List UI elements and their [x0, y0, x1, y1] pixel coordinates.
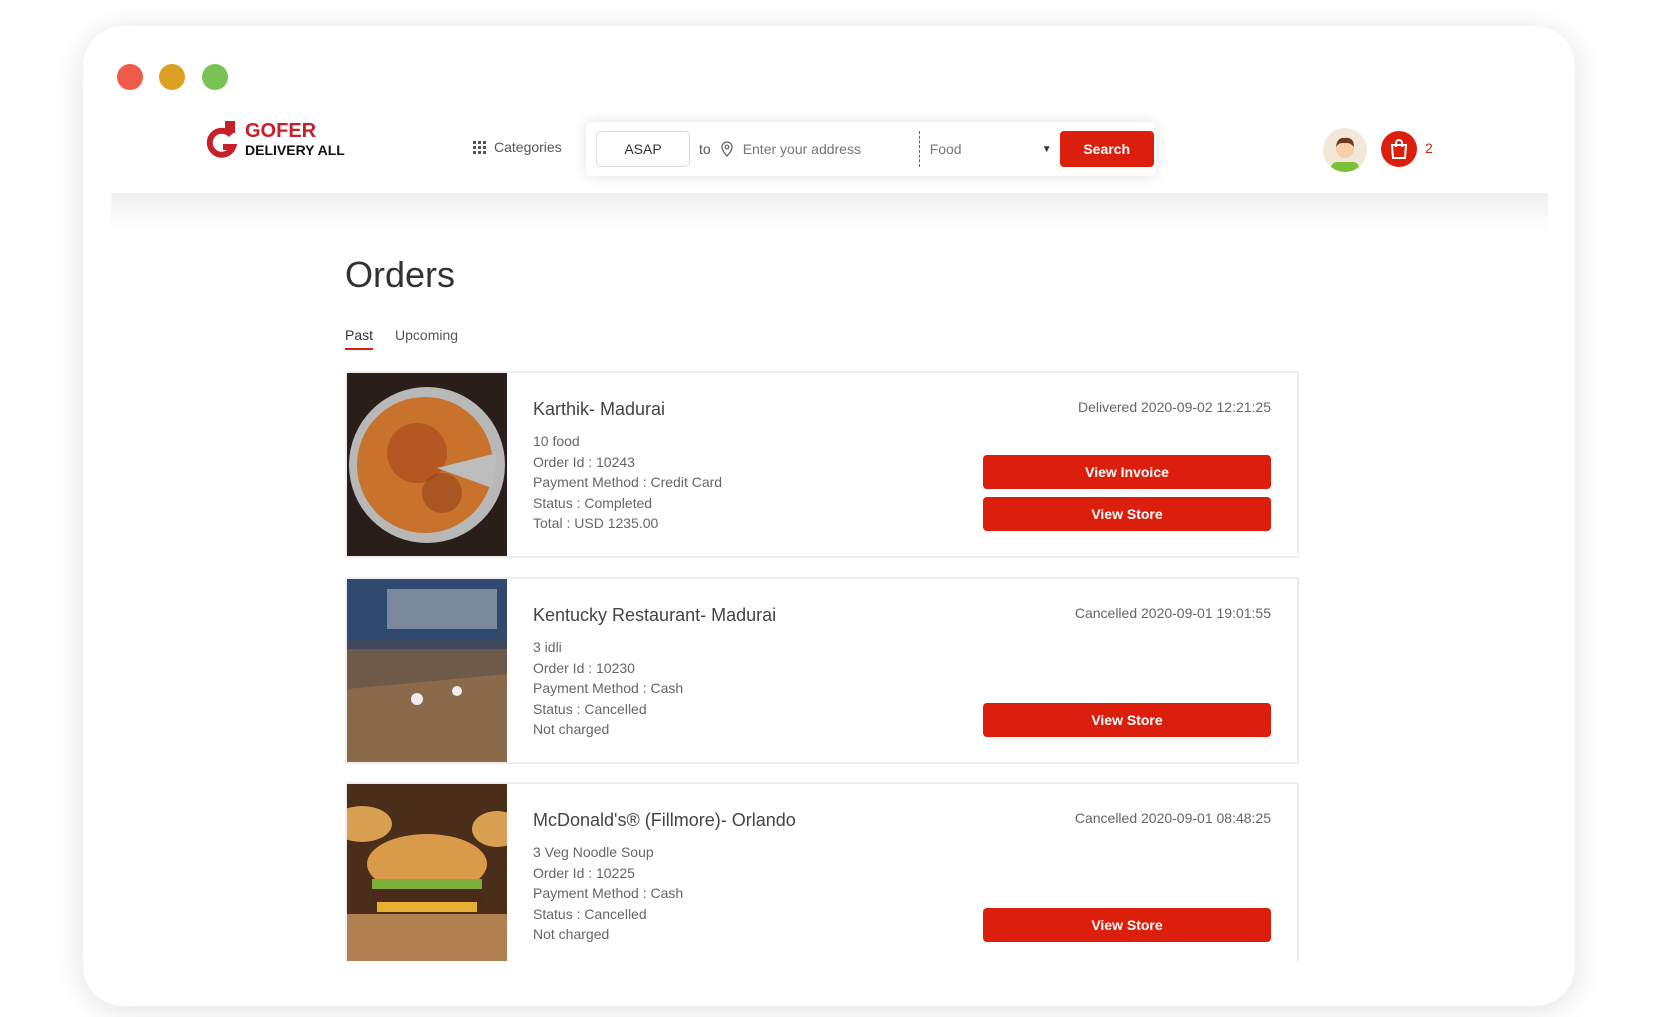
- order-total: Total : USD 1235.00: [533, 515, 659, 531]
- logo-text-delivery: DELIVERY ALL: [245, 142, 345, 158]
- logo[interactable]: GOFER DELIVERY ALL: [205, 119, 345, 161]
- view-invoice-button[interactable]: View Invoice: [983, 455, 1271, 489]
- payment-method: Payment Method : Cash: [533, 680, 684, 696]
- order-items: 10 food: [533, 433, 580, 449]
- maximize-window-button[interactable]: [202, 64, 228, 90]
- logo-text-gofer: GOFER: [245, 120, 317, 142]
- store-name[interactable]: McDonald's® (Fillmore)- Orlando: [533, 810, 796, 831]
- order-status: Status : Cancelled: [533, 905, 647, 922]
- category-select-value: Food: [929, 141, 962, 157]
- store-name[interactable]: Kentucky Restaurant- Madurai: [533, 605, 776, 626]
- cart-button[interactable]: [1381, 131, 1417, 167]
- order-card: Kentucky Restaurant- Madurai 3 idli Orde…: [345, 577, 1299, 764]
- burger-image: [347, 784, 507, 961]
- order-date: Cancelled 2020-09-01 08:48:25: [1074, 810, 1271, 826]
- order-items: 3 Veg Noodle Soup: [533, 844, 654, 860]
- grid-icon: [473, 140, 486, 154]
- order-id: Order Id : 10230: [533, 659, 635, 676]
- time-selector[interactable]: ASAP: [596, 131, 690, 167]
- tab-past[interactable]: Past: [345, 327, 374, 350]
- user-avatar-icon: [1331, 137, 1359, 172]
- header: GOFER DELIVERY ALL Categories ASAP to Fo…: [111, 111, 1548, 193]
- search-button[interactable]: Search: [1059, 131, 1154, 167]
- view-store-button[interactable]: View Store: [983, 497, 1271, 531]
- category-select[interactable]: Food ▼: [930, 141, 1052, 157]
- to-label: to: [699, 141, 711, 157]
- avatar[interactable]: [1323, 128, 1367, 172]
- search-bar: ASAP to Food ▼ Search: [586, 122, 1156, 176]
- caret-down-icon: ▼: [1041, 143, 1052, 155]
- view-store-button[interactable]: View Store: [983, 703, 1271, 737]
- order-card: Karthik- Madurai 10 food Order Id : 1024…: [345, 371, 1299, 558]
- order-id: Order Id : 10225: [533, 864, 635, 881]
- restaurant-image: [347, 579, 507, 762]
- view-store-button[interactable]: View Store: [983, 908, 1271, 942]
- order-total: Not charged: [533, 721, 610, 737]
- page: GOFER DELIVERY ALL Categories ASAP to Fo…: [111, 111, 1548, 961]
- store-name[interactable]: Karthik- Madurai: [533, 399, 665, 420]
- order-status: Status : Cancelled: [533, 700, 647, 717]
- order-date: Cancelled 2020-09-01 19:01:55: [1074, 605, 1271, 621]
- order-tabs: Past Upcoming: [345, 327, 458, 350]
- categories-menu[interactable]: Categories: [473, 139, 562, 155]
- divider: [918, 131, 920, 167]
- minimize-window-button[interactable]: [159, 64, 185, 90]
- shopping-bag-icon: [1390, 139, 1408, 159]
- order-id: Order Id : 10243: [533, 453, 635, 470]
- payment-method: Payment Method : Credit Card: [533, 474, 723, 490]
- logo-icon: [206, 121, 238, 158]
- location-pin-icon: [721, 141, 733, 157]
- address-input[interactable]: [742, 141, 913, 157]
- categories-label: Categories: [494, 139, 562, 155]
- order-status: Status : Completed: [533, 494, 653, 511]
- pizza-image: [347, 373, 507, 556]
- page-title: Orders: [345, 254, 456, 295]
- order-card: McDonald's® (Fillmore)- Orlando 3 Veg No…: [345, 782, 1299, 961]
- close-window-button[interactable]: [117, 64, 143, 90]
- header-shadow: [111, 193, 1548, 233]
- tab-upcoming[interactable]: Upcoming: [395, 327, 458, 350]
- cart-count: 2: [1425, 140, 1433, 156]
- order-items: 3 idli: [533, 639, 562, 655]
- order-total: Not charged: [533, 926, 610, 942]
- payment-method: Payment Method : Cash: [533, 885, 684, 901]
- order-date: Delivered 2020-09-02 12:21:25: [1077, 399, 1271, 415]
